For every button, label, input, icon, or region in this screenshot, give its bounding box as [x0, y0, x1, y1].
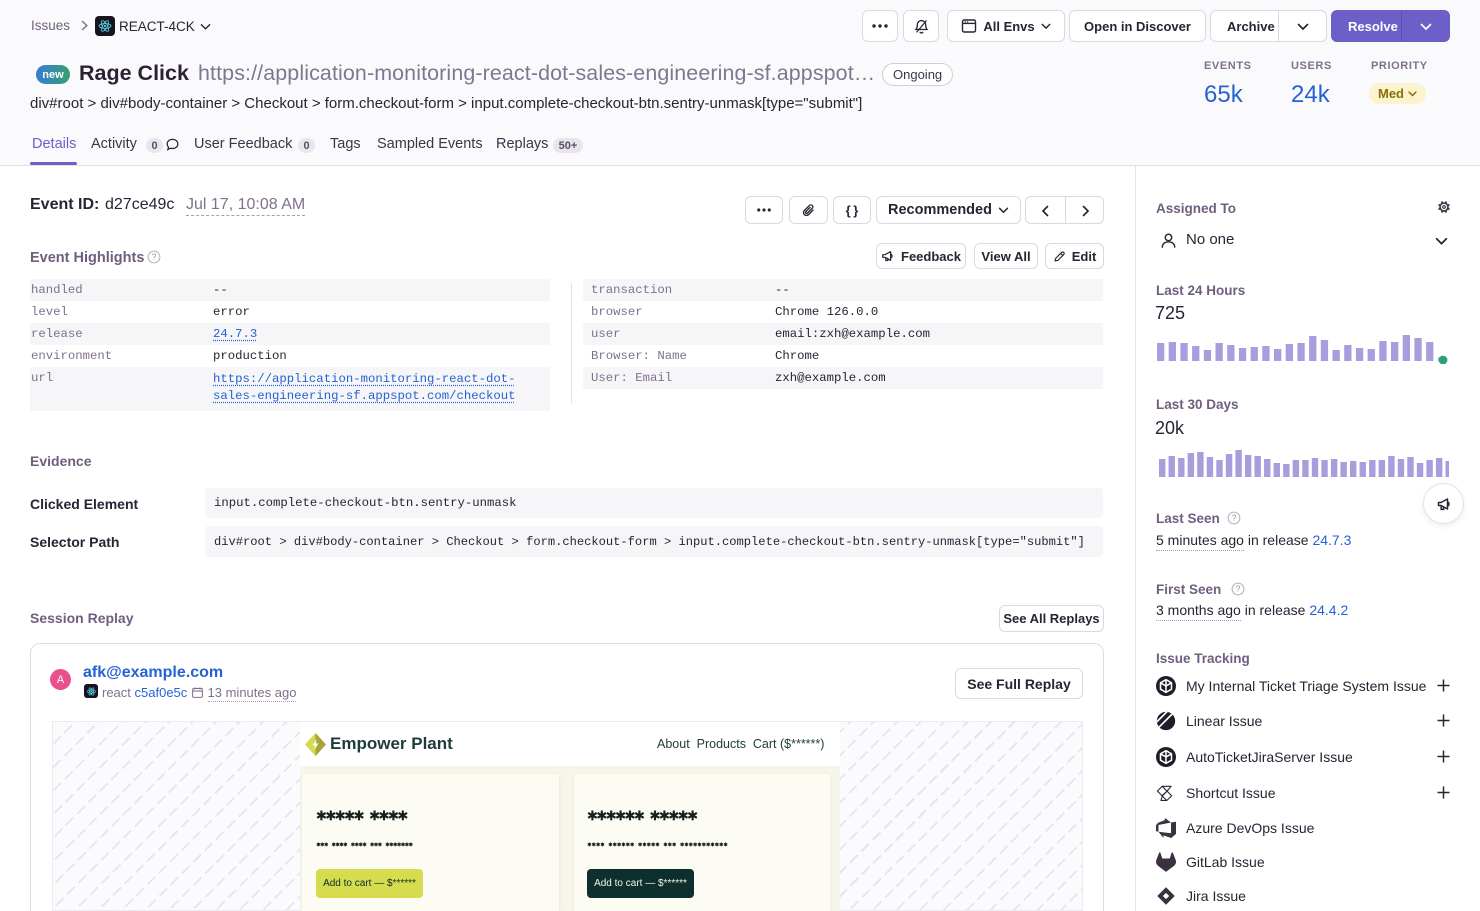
svg-text:?: ? [1232, 514, 1237, 523]
svg-text:?: ? [1236, 585, 1241, 594]
svg-text:?: ? [152, 253, 157, 262]
